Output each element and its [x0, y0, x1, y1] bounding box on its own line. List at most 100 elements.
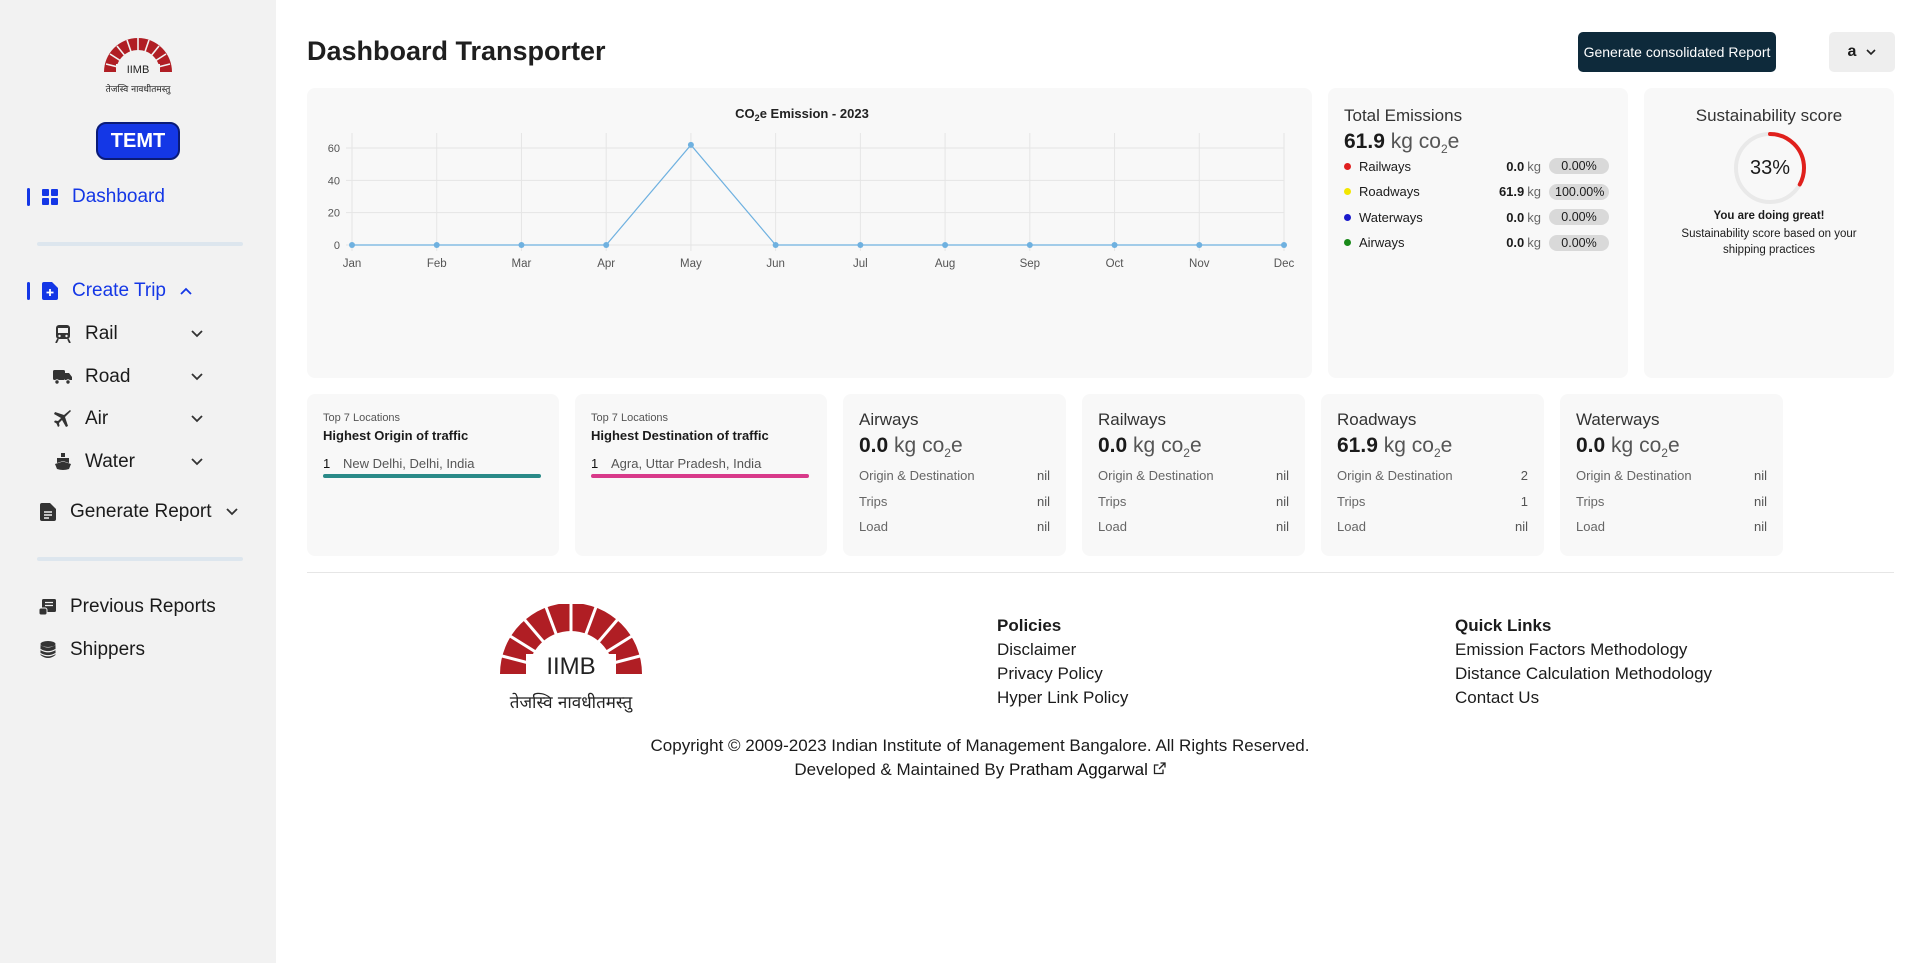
mode-emission-value: 0.0 kg co2e	[1098, 434, 1202, 461]
data-point	[1026, 242, 1033, 248]
mode-title: Airways	[859, 410, 919, 429]
report-file-icon	[38, 502, 58, 522]
locations-caption: Top 7 Locations	[591, 412, 669, 424]
total-emissions-card: Total Emissions 61.9 kg co2e Railways 0.0…	[1328, 88, 1628, 378]
distance-calculation-link[interactable]: Distance Calculation Methodology	[1455, 662, 1712, 686]
emission-mode-name: Waterways	[1359, 209, 1423, 225]
data-point	[1111, 242, 1118, 248]
sidebar-item-label: Water	[85, 451, 135, 472]
disclaimer-link[interactable]: Disclaimer	[997, 638, 1128, 662]
sidebar-divider	[37, 242, 243, 246]
x-tick-label: May	[680, 258, 702, 270]
sidebar-item-air[interactable]: Air	[53, 408, 203, 430]
x-tick-label: Jun	[766, 258, 785, 270]
generate-consolidated-report-button[interactable]: Generate consolidated Report	[1578, 32, 1776, 72]
sustainability-percent: 33%	[1749, 156, 1791, 179]
sidebar-item-label: Rail	[85, 323, 118, 344]
locations-caption: Top 7 Locations	[323, 412, 401, 424]
emission-factors-link[interactable]: Emission Factors Methodology	[1455, 638, 1712, 662]
locations-title: Highest Destination of traffic	[591, 428, 769, 443]
developer-link[interactable]: Pratham Aggarwal	[1009, 760, 1166, 779]
location-row: 1 New Delhi, Delhi, India	[323, 456, 475, 471]
ship-icon	[53, 452, 73, 472]
sidebar: IIMB तेजस्वि नावधीतमस्तु TEMT Dashboard …	[0, 0, 276, 963]
y-tick-label: 20	[328, 208, 340, 220]
legend-dot	[1344, 239, 1351, 246]
quick-links-heading: Quick Links	[1455, 616, 1552, 635]
emission-row-waterways: Waterways 0.0 kg 0.00%	[1344, 209, 1609, 225]
temt-badge[interactable]: TEMT	[96, 122, 180, 160]
location-bar	[323, 474, 541, 478]
mode-load-row: Load nil	[1337, 519, 1528, 534]
page-title: Dashboard Transporter	[307, 36, 606, 66]
mode-trips-row: Trips nil	[1576, 494, 1767, 509]
sidebar-item-create-trip[interactable]: Create Trip	[27, 280, 192, 302]
copyright-text: Copyright © 2009-2023 Indian Institute o…	[650, 736, 1310, 755]
mode-trips-row: Trips nil	[859, 494, 1050, 509]
sidebar-item-previous-reports[interactable]: Previous Reports	[38, 596, 216, 618]
sidebar-item-shippers[interactable]: Shippers	[38, 639, 145, 661]
data-point	[1196, 242, 1203, 248]
sidebar-item-label: Create Trip	[72, 280, 166, 301]
emission-mode-unit: kg	[1527, 209, 1541, 225]
emission-mode-value: 0.0	[1506, 235, 1525, 250]
sidebar-item-water[interactable]: Water	[53, 451, 203, 473]
emission-row-airways: Airways 0.0 kg 0.00%	[1344, 234, 1609, 251]
sidebar-item-generate-report[interactable]: Generate Report	[38, 501, 238, 523]
mode-od-row: Origin & Destination nil	[859, 468, 1050, 483]
sidebar-item-dashboard[interactable]: Dashboard	[27, 186, 165, 208]
app: IIMB तेजस्वि नावधीतमस्तु TEMT Dashboard …	[0, 0, 1920, 963]
sidebar-item-label: Road	[85, 366, 131, 387]
emission-percent-badge: 0.00%	[1549, 209, 1609, 225]
hyperlink-policy-link[interactable]: Hyper Link Policy	[997, 686, 1128, 710]
logo-tagline: तेजस्वि नावधीतमस्तु	[106, 83, 172, 95]
sidebar-item-label: Air	[85, 408, 109, 429]
data-point	[772, 242, 779, 248]
contact-us-link[interactable]: Contact Us	[1455, 686, 1712, 710]
sustainability-card: Sustainability score 33% You are doing g…	[1644, 88, 1894, 378]
footer-logo-text: IIMB	[546, 653, 595, 680]
legend-dot	[1344, 213, 1351, 221]
truck-icon	[53, 367, 73, 387]
active-indicator	[27, 188, 30, 206]
data-point	[687, 141, 694, 148]
train-icon	[53, 324, 73, 344]
sustainability-title: Sustainability score	[1695, 106, 1843, 125]
mode-od-row: Origin & Destination 2	[1337, 468, 1528, 483]
mode-card-railways: Railways 0.0 kg co2e Origin & Destination n…	[1082, 394, 1305, 556]
mode-title: Railways	[1098, 410, 1167, 429]
sidebar-divider	[37, 557, 243, 561]
chart-title: CO2e Emission - 2023	[735, 106, 869, 123]
sidebar-item-label: Dashboard	[72, 186, 165, 207]
external-link-icon	[1153, 760, 1166, 779]
sidebar-item-rail[interactable]: Rail	[53, 323, 203, 345]
data-point	[857, 242, 864, 248]
developed-by-label: Developed & Maintained By	[794, 760, 1005, 779]
emission-mode-value: 0.0	[1506, 209, 1525, 225]
mode-card-airways: Airways 0.0 kg co2e Origin & Destination ni…	[843, 394, 1066, 556]
sidebar-item-label: Shippers	[70, 639, 145, 660]
origin-locations-card: Top 7 Locations Highest Origin of traffi…	[307, 394, 559, 556]
plane-icon	[53, 409, 73, 429]
x-tick-label: Jul	[853, 258, 868, 270]
footer-logo-tagline: तेजस्वि नावधीतमस्तु	[510, 692, 633, 713]
privacy-policy-link[interactable]: Privacy Policy	[997, 662, 1128, 686]
destination-locations-card: Top 7 Locations Highest Destination of t…	[575, 394, 827, 556]
footer-divider	[307, 572, 1894, 573]
mode-od-row: Origin & Destination nil	[1576, 468, 1767, 483]
mode-title: Waterways	[1576, 410, 1660, 429]
data-point	[518, 242, 525, 248]
legend-dot	[1344, 162, 1351, 170]
data-point	[603, 242, 610, 248]
chevron-down-icon	[191, 410, 203, 428]
mode-load-row: Load nil	[1098, 519, 1289, 534]
sidebar-item-label: Previous Reports	[70, 596, 216, 617]
scroll-icon	[38, 597, 58, 617]
sidebar-item-road[interactable]: Road	[53, 366, 203, 388]
sidebar-item-label: Generate Report	[70, 501, 212, 522]
emission-mode-name: Airways	[1359, 235, 1405, 250]
data-point	[433, 242, 440, 248]
sustainability-message: You are doing great!	[1713, 210, 1825, 222]
user-menu-button[interactable]: a	[1829, 32, 1895, 72]
chevron-down-icon	[191, 368, 203, 386]
